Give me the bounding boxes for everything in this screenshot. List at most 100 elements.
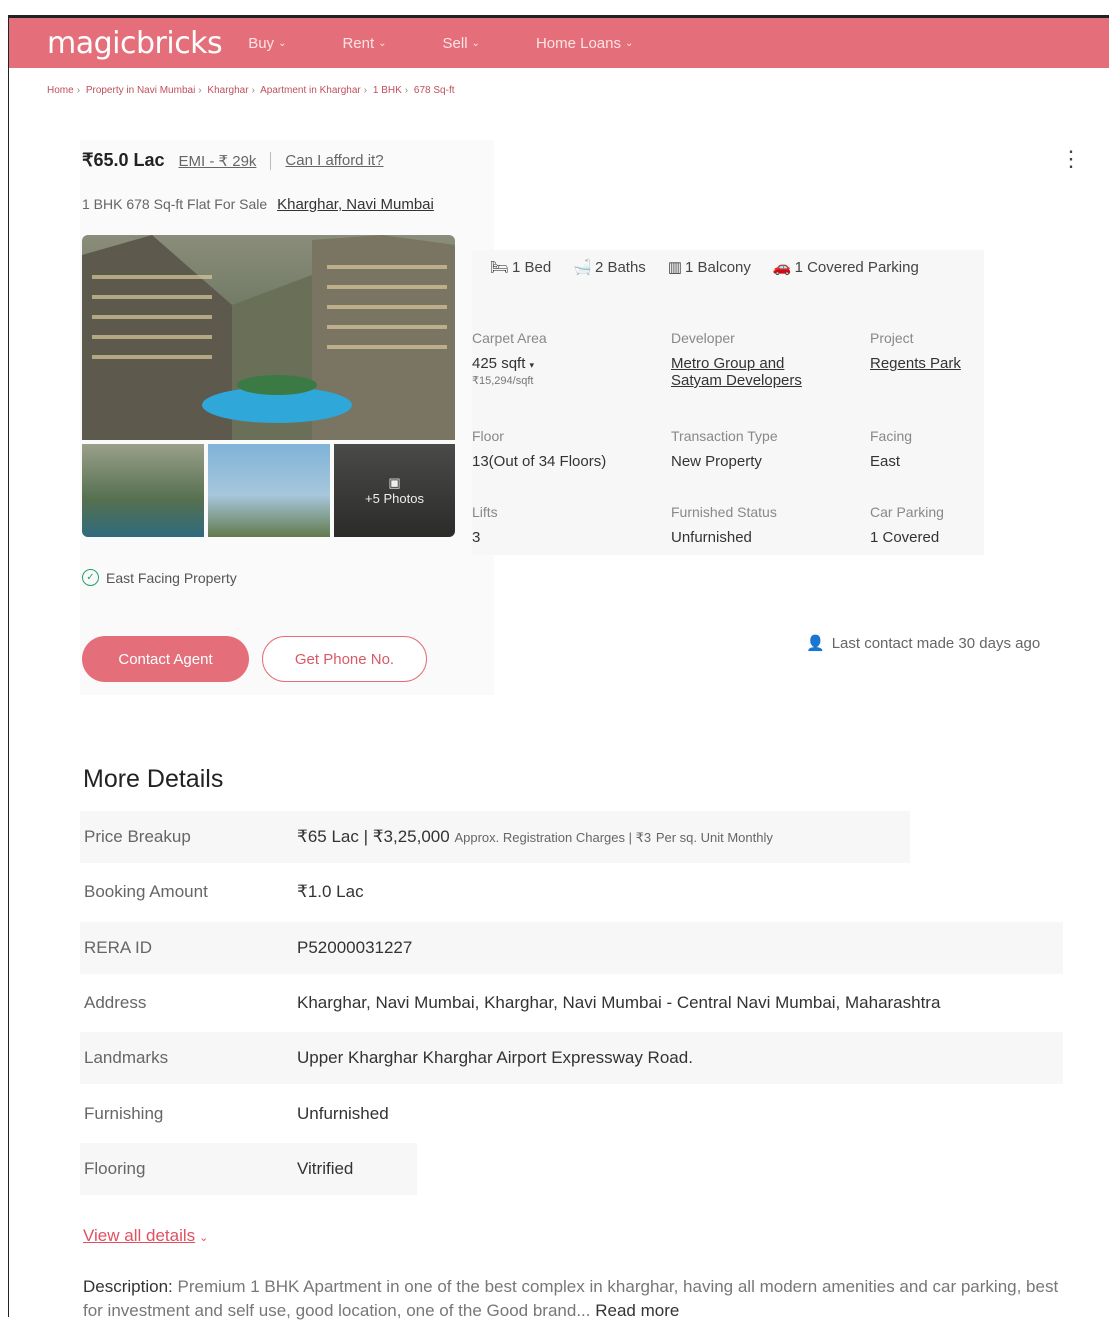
amenity-baths: 🛁 2 Baths xyxy=(573,258,646,277)
view-all-label: View all details xyxy=(83,1226,196,1245)
chevron-down-icon: ⌄ xyxy=(378,37,387,49)
window-left-border xyxy=(8,18,9,1317)
developer-line2[interactable]: Satyam Developers xyxy=(671,372,802,389)
price-breakup-value: ₹65 Lac | ₹3,25,000 xyxy=(297,827,450,846)
spec-value: New Property xyxy=(671,453,762,470)
detail-value: P52000031227 xyxy=(297,938,413,957)
spec-value: 13(Out of 34 Floors) xyxy=(472,453,607,470)
detail-row-landmarks: Landmarks Upper Kharghar Kharghar Airpor… xyxy=(80,1032,1063,1084)
spec-label: Developer xyxy=(671,330,735,346)
nav-rent-label: Rent xyxy=(342,34,375,52)
spec-value: 3 xyxy=(472,529,481,546)
check-circle-icon: ✓ xyxy=(82,569,99,586)
amenity-label: 1 Covered Parking xyxy=(794,258,919,276)
divider xyxy=(270,151,272,170)
site-logo[interactable]: magicbricks xyxy=(47,26,223,61)
description-text: Premium 1 BHK Apartment in one of the be… xyxy=(83,1277,1059,1320)
detail-value: Kharghar, Navi Mumbai, Kharghar, Navi Mu… xyxy=(297,993,941,1012)
more-details-title: More Details xyxy=(83,765,224,793)
detail-value: ₹65 Lac | ₹3,25,000 Approx. Registration… xyxy=(297,827,773,847)
emi-link[interactable]: EMI - ₹ 29k xyxy=(179,152,257,170)
spec-car-parking: Car Parking 1 Covered xyxy=(870,504,1060,546)
unit-monthly: Per sq. Unit Monthly xyxy=(655,830,773,845)
highlight-badge: ✓ East Facing Property xyxy=(82,569,237,586)
breadcrumb-area: 678 Sq-ft xyxy=(413,85,455,96)
listing-title: 1 BHK 678 Sq-ft Flat For Sale xyxy=(82,196,268,212)
chevron-down-icon: ⌄ xyxy=(625,37,634,49)
amenity-label: 2 Baths xyxy=(594,258,646,276)
breadcrumb-separator: › xyxy=(363,85,368,96)
thumbnail-photo[interactable] xyxy=(82,444,204,537)
amenity-label: 1 Bed xyxy=(512,258,552,276)
breadcrumb-bhk[interactable]: 1 BHK xyxy=(373,85,402,96)
chevron-down-icon: ⌄ xyxy=(471,37,480,49)
main-photo[interactable] xyxy=(82,235,455,440)
user-icon: 👤 xyxy=(806,635,825,652)
gallery-icon: ▣ xyxy=(388,475,401,490)
last-contact-text: Last contact made 30 days ago xyxy=(831,634,1041,652)
nav-home-loans-label: Home Loans xyxy=(535,34,621,52)
breadcrumb: Home › Property in Navi Mumbai › Kharghar ›… xyxy=(47,85,455,96)
building-illustration xyxy=(82,235,455,440)
breadcrumb-locality[interactable]: Kharghar xyxy=(207,85,248,96)
read-more-link[interactable]: Read more xyxy=(595,1301,679,1320)
listing-subtitle: 1 BHK 678 Sq-ft Flat For Sale Kharghar, … xyxy=(82,196,434,213)
get-phone-button[interactable]: Get Phone No. xyxy=(262,636,427,682)
spec-lifts: Lifts 3 xyxy=(472,504,662,546)
breadcrumb-home[interactable]: Home xyxy=(47,85,74,96)
bed-icon: 🛏 xyxy=(490,259,510,276)
detail-value: Upper Kharghar Kharghar Airport Expressw… xyxy=(297,1048,693,1067)
location-link[interactable]: Kharghar, Navi Mumbai xyxy=(277,196,434,213)
contact-agent-button[interactable]: Contact Agent xyxy=(82,636,249,682)
nav-home-loans[interactable]: Home Loans ⌄ xyxy=(536,35,633,52)
description: Description: Premium 1 BHK Apartment in … xyxy=(83,1275,1063,1323)
listing-price: ₹65.0 Lac xyxy=(82,150,165,170)
spec-label: Car Parking xyxy=(870,504,944,520)
project-link[interactable]: Regents Park xyxy=(870,355,961,372)
spec-label: Transaction Type xyxy=(671,428,778,444)
more-photos-label: +5 Photos xyxy=(365,491,424,506)
spec-transaction: Transaction Type New Property xyxy=(671,428,861,470)
afford-link[interactable]: Can I afford it? xyxy=(285,152,383,169)
detail-row-rera-id: RERA ID P52000031227 xyxy=(80,922,1063,974)
spec-label: Project xyxy=(870,330,914,346)
bath-icon: 🛁 xyxy=(573,259,592,276)
photos-overlay: ▣ +5 Photos xyxy=(334,444,455,537)
more-options-icon[interactable]: ⋮ xyxy=(1060,148,1082,170)
more-photos-thumbnail[interactable]: ▣ +5 Photos xyxy=(334,444,455,537)
parking-icon: 🚗 xyxy=(772,259,792,276)
thumbnail-photo[interactable] xyxy=(208,444,330,537)
detail-row-furnishing: Furnishing Unfurnished xyxy=(80,1088,780,1140)
detail-key: Address xyxy=(84,993,147,1012)
detail-row-booking-amount: Booking Amount ₹1.0 Lac xyxy=(80,866,910,918)
spec-label: Facing xyxy=(870,428,913,444)
breadcrumb-city[interactable]: Property in Navi Mumbai xyxy=(86,85,195,96)
spec-value[interactable]: 425 sqft ▾ xyxy=(472,355,662,372)
amenity-list: 🛏 1 Bed 🛁 2 Baths ▥ 1 Balcony 🚗 1 Covered Pa… xyxy=(490,258,919,277)
spec-label: Lifts xyxy=(472,504,498,520)
developer-link[interactable]: Metro Group and Satyam Developers xyxy=(671,355,861,389)
spec-label: Furnished Status xyxy=(671,504,777,520)
developer-line1[interactable]: Metro Group and xyxy=(671,355,784,372)
view-all-details-link[interactable]: View all details ⌄ xyxy=(83,1226,208,1246)
price-row: ₹65.0 Lac EMI - ₹ 29k Can I afford it? xyxy=(82,150,384,171)
breadcrumb-separator: › xyxy=(251,85,255,96)
nav-sell[interactable]: Sell ⌄ xyxy=(443,35,480,52)
detail-row-price-breakup: Price Breakup ₹65 Lac | ₹3,25,000 Approx… xyxy=(80,811,910,863)
detail-key: Price Breakup xyxy=(84,827,191,846)
carpet-area-value: 425 sqft xyxy=(472,355,526,372)
spec-value: East xyxy=(870,453,901,470)
spec-label: Carpet Area xyxy=(472,330,547,346)
nav-buy[interactable]: Buy ⌄ xyxy=(248,35,286,52)
detail-key: Flooring xyxy=(84,1159,146,1178)
breadcrumb-apartment[interactable]: Apartment in Kharghar xyxy=(260,85,361,96)
registration-charges: Approx. Registration Charges | ₹3 xyxy=(454,830,652,845)
description-label: Description: xyxy=(83,1277,173,1296)
amenity-label: 1 Balcony xyxy=(685,258,751,276)
highlight-text: East Facing Property xyxy=(106,569,237,586)
detail-key: RERA ID xyxy=(84,938,153,957)
spec-carpet-area: Carpet Area 425 sqft ▾ ₹15,294/sqft xyxy=(472,330,662,387)
spec-label: Floor xyxy=(472,428,504,444)
spec-value: Unfurnished xyxy=(671,529,752,546)
nav-rent[interactable]: Rent ⌄ xyxy=(342,35,386,52)
